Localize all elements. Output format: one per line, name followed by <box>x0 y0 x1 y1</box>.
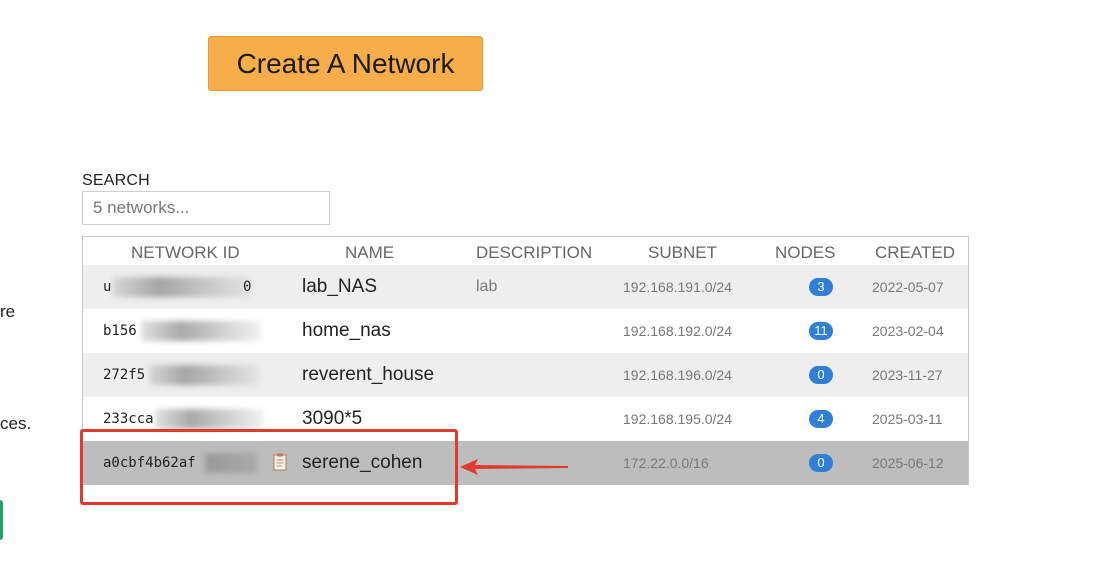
cut-off-text-2: ces. <box>0 414 32 433</box>
redacted-id-blur <box>149 365 259 385</box>
search-input[interactable] <box>82 191 330 225</box>
nodes-cell: 0 <box>723 353 833 397</box>
table-header: NETWORK ID NAME DESCRIPTION SUBNET NODES… <box>83 237 968 265</box>
network-id[interactable]: b156 <box>103 309 137 353</box>
annotation-highlight-box <box>80 429 458 505</box>
network-id-tail: 0 <box>243 279 252 295</box>
network-description: lab <box>476 278 498 295</box>
header-description[interactable]: DESCRIPTION <box>476 243 592 263</box>
header-name[interactable]: NAME <box>345 243 394 263</box>
table-row[interactable]: u 0 lab_NAS lab 192.168.191.0/24 3 2022-… <box>83 265 968 309</box>
network-created: 2023-02-04 <box>872 323 944 339</box>
header-nodes[interactable]: NODES <box>775 243 835 263</box>
network-name[interactable]: home_nas <box>302 309 391 353</box>
network-subnet: 192.168.195.0/24 <box>623 411 732 427</box>
annotation-arrow-icon <box>460 459 568 475</box>
nodes-cell: 3 <box>723 265 833 309</box>
network-created: 2022-05-07 <box>872 279 944 295</box>
redacted-id-blur <box>141 321 261 341</box>
cut-off-green-button[interactable] <box>0 500 3 540</box>
table-row[interactable]: b156 home_nas 192.168.192.0/24 11 2023-0… <box>83 309 968 353</box>
header-subnet[interactable]: SUBNET <box>648 243 717 263</box>
network-subnet: 192.168.192.0/24 <box>623 323 732 339</box>
network-id[interactable]: u <box>103 265 111 309</box>
table-row[interactable]: 272f5 reverent_house 192.168.196.0/24 0 … <box>83 353 968 397</box>
cut-off-text-1: re <box>0 302 16 321</box>
nodes-cell: 4 <box>723 397 833 441</box>
create-network-button[interactable]: Create A Network <box>208 36 483 91</box>
search-label: SEARCH <box>82 172 150 189</box>
network-subnet: 192.168.191.0/24 <box>623 279 732 295</box>
nodes-cell: 0 <box>723 441 833 485</box>
network-id[interactable]: 272f5 <box>103 353 145 397</box>
nodes-badge: 0 <box>809 365 833 384</box>
redacted-id-blur <box>113 277 253 297</box>
header-network-id[interactable]: NETWORK ID <box>131 243 240 263</box>
network-name[interactable]: reverent_house <box>302 353 434 397</box>
nodes-badge: 3 <box>809 277 833 296</box>
network-subnet: 172.22.0.0/16 <box>623 455 709 471</box>
nodes-badge: 4 <box>809 409 833 428</box>
nodes-cell: 11 <box>723 309 833 353</box>
network-subnet: 192.168.196.0/24 <box>623 367 732 383</box>
network-created: 2025-03-11 <box>872 411 943 427</box>
nodes-badge: 11 <box>809 321 833 340</box>
network-created: 2023-11-27 <box>872 367 943 383</box>
network-created: 2025-06-12 <box>872 455 944 471</box>
network-name[interactable]: lab_NAS <box>302 265 377 309</box>
nodes-badge: 0 <box>809 453 833 472</box>
redacted-id-blur <box>155 409 263 429</box>
header-created[interactable]: CREATED <box>875 243 955 263</box>
